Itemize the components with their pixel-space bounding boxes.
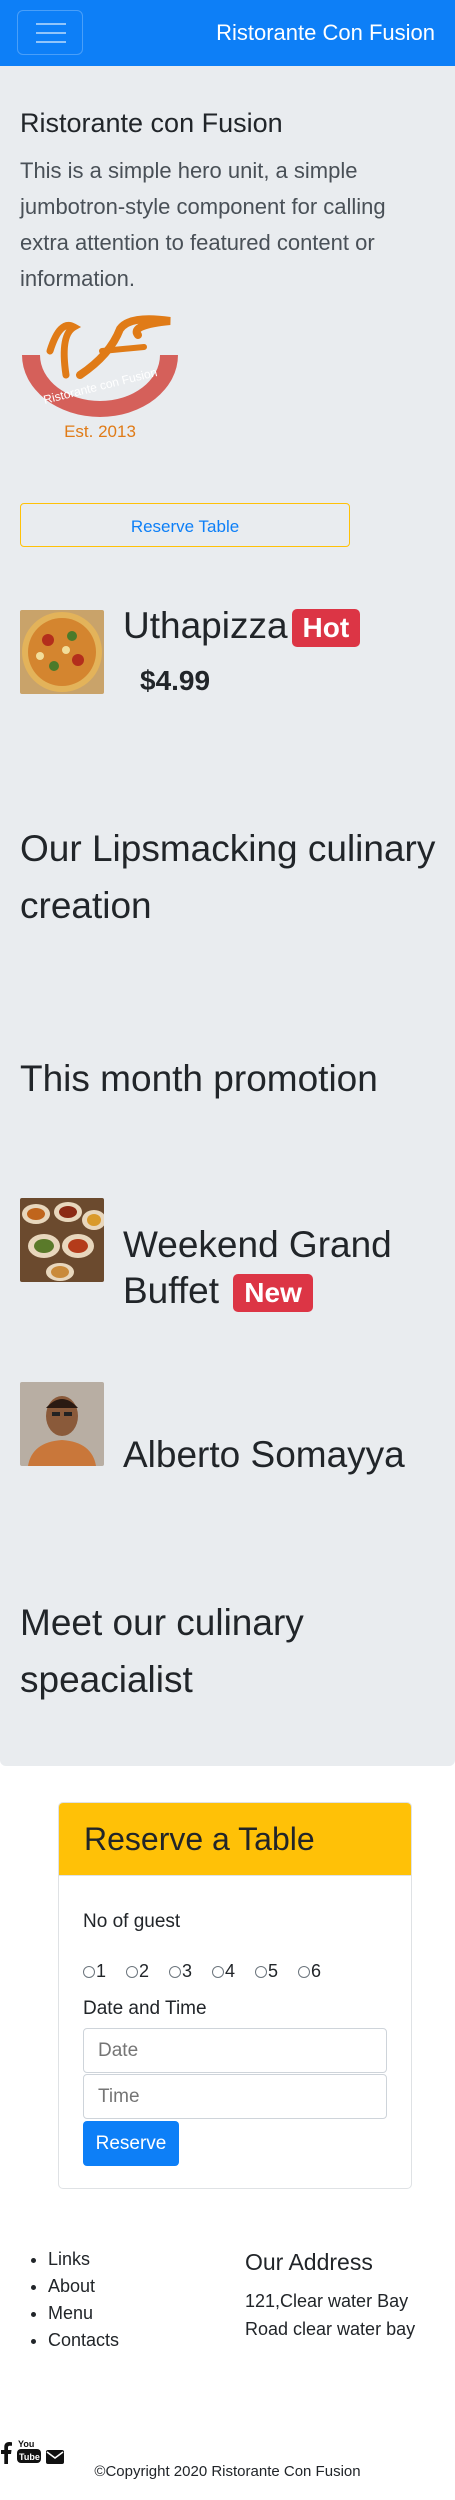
promotion-heading: This month promotion — [20, 1058, 378, 1099]
guest-label: No of guest — [83, 1911, 181, 1932]
navbar: Ristorante Con Fusion — [0, 0, 455, 66]
footer-link-contacts[interactable]: Contacts — [48, 2327, 119, 2354]
guest-radio-group: 1 2 3 4 5 6 — [83, 1961, 335, 1982]
footer-links: Links About Menu Contacts — [30, 2246, 119, 2354]
radio-icon — [298, 1965, 310, 1978]
address-text: 121,Clear water Bay Road clear water bay — [245, 2291, 416, 2339]
hero-text: This is a simple hero unit, a simple jum… — [20, 158, 386, 291]
svg-text:You: You — [18, 2439, 34, 2449]
time-input[interactable] — [83, 2074, 387, 2119]
footer-link-about[interactable]: About — [48, 2273, 119, 2300]
reserve-card-title: Reserve a Table — [59, 1803, 411, 1876]
address-title: Our Address — [245, 2249, 373, 2275]
chef-name: Alberto Somayya — [123, 1434, 405, 1475]
reserve-table-button[interactable]: Reserve Table — [20, 503, 350, 547]
facebook-icon[interactable] — [0, 2442, 12, 2464]
datetime-label: Date and Time — [83, 1998, 207, 2019]
date-input[interactable] — [83, 2028, 387, 2073]
reserve-card: Reserve a Table No of guest 1 2 3 4 5 6 … — [58, 1802, 412, 2189]
hamburger-icon — [36, 23, 66, 25]
radio-icon — [255, 1965, 267, 1978]
radio-icon — [169, 1965, 181, 1978]
guest-radio-3[interactable]: 3 — [169, 1961, 206, 1982]
navbar-brand[interactable]: Ristorante Con Fusion — [216, 20, 435, 46]
uthapizza-image — [20, 610, 104, 694]
radio-icon — [126, 1965, 138, 1978]
guest-radio-4[interactable]: 4 — [212, 1961, 249, 1982]
dish-description: Our Lipsmacking culinary creation — [20, 828, 436, 926]
buffet-image — [20, 1198, 104, 1282]
social-links: You Tube — [0, 2438, 64, 2464]
navbar-toggle-button[interactable] — [17, 10, 83, 55]
footer-link-links[interactable]: Links — [48, 2246, 119, 2273]
hero-title: Ristorante con Fusion — [20, 108, 283, 138]
promotion-title: Weekend Grand Buffet New — [123, 1222, 423, 1314]
new-badge: New — [233, 1274, 313, 1313]
logo-est-text: Est. 2013 — [64, 422, 136, 441]
guest-radio-1[interactable]: 1 — [83, 1961, 120, 1982]
dish-title: Uthapizza Hot — [123, 603, 361, 649]
reserve-submit-button[interactable]: Reserve — [83, 2121, 179, 2166]
chef-image — [20, 1382, 104, 1466]
dish-price: $4.99 — [140, 665, 211, 696]
hot-badge: Hot — [291, 609, 361, 648]
youtube-icon[interactable]: You Tube — [17, 2438, 41, 2464]
svg-text:Tube: Tube — [19, 2452, 40, 2462]
guest-radio-5[interactable]: 5 — [255, 1961, 292, 1982]
dish-name: Uthapizza — [123, 605, 288, 646]
chef-description: Meet our culinary speacialist — [20, 1602, 304, 1700]
radio-icon — [212, 1965, 224, 1978]
guest-radio-2[interactable]: 2 — [126, 1961, 163, 1982]
radio-icon — [83, 1965, 95, 1978]
copyright-text: ©Copyright 2020 Ristorante Con Fusion — [94, 2463, 361, 2480]
footer-link-menu[interactable]: Menu — [48, 2300, 119, 2327]
restaurant-logo: Ristorante con Fusion Est. 2013 — [22, 315, 178, 441]
guest-radio-6[interactable]: 6 — [298, 1961, 335, 1982]
